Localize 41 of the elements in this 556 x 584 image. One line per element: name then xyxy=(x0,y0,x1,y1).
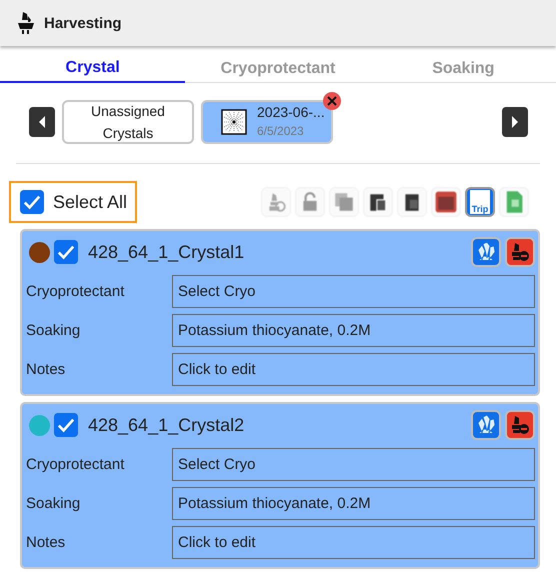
remove-harvest-button[interactable] xyxy=(505,237,535,267)
plate-card[interactable]: 2023-06-... 6/5/2023 xyxy=(201,100,333,144)
select-all-checkbox[interactable]: Select All xyxy=(9,181,138,223)
harvest-remove-icon xyxy=(509,241,531,263)
crystal-button[interactable] xyxy=(471,237,501,267)
header-title: Harvesting xyxy=(44,14,122,32)
field-label: Cryoprotectant xyxy=(25,283,126,300)
trip-button[interactable]: Trip xyxy=(465,187,495,217)
field-label: Soaking xyxy=(25,322,82,339)
next-button[interactable] xyxy=(502,107,528,137)
previous-button[interactable] xyxy=(29,107,55,137)
group-tab[interactable]: Unassigned Crystals xyxy=(62,100,194,144)
crystal-harvest-icon xyxy=(16,11,36,35)
select-all-label: Select All xyxy=(53,192,128,212)
field-value[interactable]: Select Cryo xyxy=(172,275,535,308)
remove-icon[interactable] xyxy=(323,92,341,110)
left-triangle-icon xyxy=(37,115,47,129)
crystal-button[interactable] xyxy=(471,410,501,440)
field-value[interactable]: Potassium thiocyanate, 0.2M xyxy=(172,314,535,347)
field-label: Notes xyxy=(25,534,66,551)
field-label: Cryoprotectant xyxy=(25,456,126,473)
remove-harvest-button[interactable] xyxy=(505,410,535,440)
checkbox[interactable] xyxy=(54,240,78,264)
plate-well-icon xyxy=(221,109,247,135)
crystal-name: 428_64_1_Crystal2 xyxy=(88,414,244,436)
tab[interactable]: Crystal xyxy=(0,56,186,83)
right-triangle-icon xyxy=(510,115,520,129)
field-label: Soaking xyxy=(25,495,82,512)
plate-name: 2023-06-... xyxy=(257,103,325,122)
delete-icon xyxy=(433,189,459,215)
checkbox[interactable] xyxy=(20,190,44,214)
field-value[interactable]: Click to edit xyxy=(172,526,535,559)
harvest-remove-icon xyxy=(509,414,531,436)
crystal-name: 428_64_1_Crystal1 xyxy=(88,242,244,262)
plate-date: 6/5/2023 xyxy=(257,123,305,140)
field-value[interactable]: Potassium thiocyanate, 0.2M xyxy=(172,487,535,520)
copy-icon xyxy=(333,191,355,213)
field-value[interactable]: Select Cryo xyxy=(172,448,535,481)
field-value[interactable]: Click to edit xyxy=(172,353,535,386)
field-label: Notes xyxy=(25,361,66,378)
checkbox[interactable] xyxy=(54,413,78,437)
